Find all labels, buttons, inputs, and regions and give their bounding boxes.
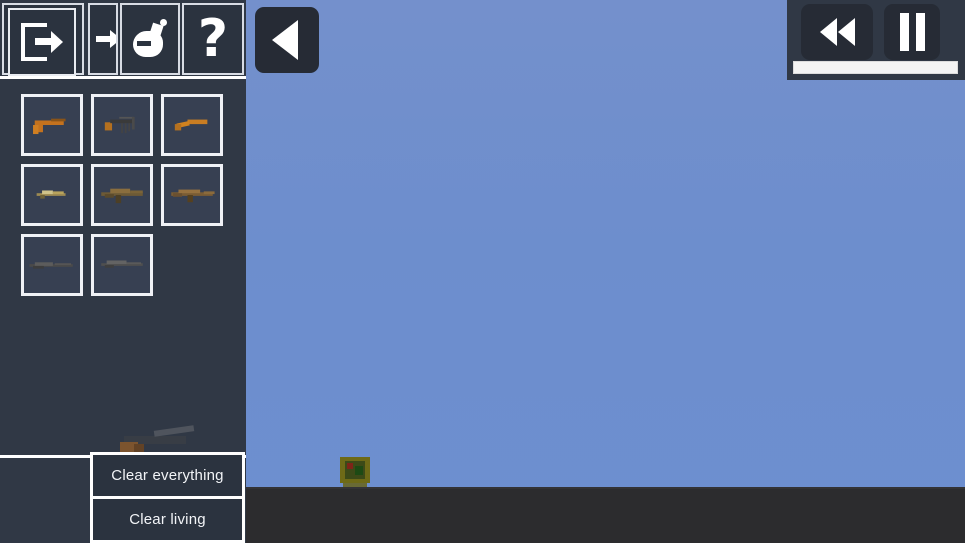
pause-button[interactable] bbox=[884, 4, 940, 60]
clear-actions-panel: Clear everything Clear living bbox=[90, 452, 245, 543]
tool-button-bomb[interactable] bbox=[120, 3, 180, 75]
exit-door-icon bbox=[21, 23, 63, 61]
pause-icon bbox=[899, 13, 925, 51]
rewind-icon bbox=[819, 18, 855, 46]
weapon-slot-sawed-off[interactable] bbox=[161, 94, 223, 156]
weapon-slot-carbine[interactable] bbox=[21, 164, 83, 226]
pistol-icon bbox=[33, 118, 66, 135]
weapon-slot-pistol[interactable] bbox=[21, 94, 83, 156]
crate-detail-red bbox=[347, 463, 353, 469]
weapon-grid bbox=[21, 94, 231, 296]
ak-rifle-icon bbox=[171, 189, 215, 203]
tool-button-help[interactable]: ? bbox=[182, 3, 244, 75]
assault-rifle-icon bbox=[101, 188, 143, 204]
clear-living-button[interactable]: Clear living bbox=[93, 499, 242, 540]
carbine-icon bbox=[36, 190, 66, 199]
collapse-panel-button[interactable] bbox=[255, 7, 319, 73]
weapon-slot-ak-rifle[interactable] bbox=[161, 164, 223, 226]
rewind-button[interactable] bbox=[801, 4, 873, 60]
ground-plane bbox=[246, 487, 965, 543]
crate-detail-green bbox=[355, 466, 363, 475]
exit-button[interactable] bbox=[8, 8, 76, 76]
marksman-rifle-icon bbox=[101, 260, 143, 268]
push-arrow-icon bbox=[96, 30, 116, 48]
timeline-slider[interactable] bbox=[793, 61, 958, 74]
game-canvas[interactable]: ♣ bbox=[246, 0, 965, 543]
left-sidebar: ? Clear everything Clear living bbox=[0, 0, 246, 543]
sawed-off-icon bbox=[174, 119, 208, 131]
question-mark-icon: ? bbox=[197, 9, 229, 69]
triangle-left-icon bbox=[272, 20, 298, 60]
world-object-crate[interactable] bbox=[338, 455, 372, 487]
weapon-slot-assault-rifle[interactable] bbox=[91, 164, 153, 226]
bomb-icon bbox=[131, 19, 169, 59]
tool-button-push[interactable] bbox=[88, 3, 118, 75]
smg-icon bbox=[104, 116, 135, 134]
tool-row-divider bbox=[0, 76, 246, 79]
weapon-slot-marksman-rifle[interactable] bbox=[91, 234, 153, 296]
clear-everything-button[interactable]: Clear everything bbox=[93, 455, 242, 496]
weapon-slot-sniper-rifle[interactable] bbox=[21, 234, 83, 296]
weapon-slot-smg[interactable] bbox=[91, 94, 153, 156]
sniper-rifle-icon bbox=[29, 262, 73, 269]
